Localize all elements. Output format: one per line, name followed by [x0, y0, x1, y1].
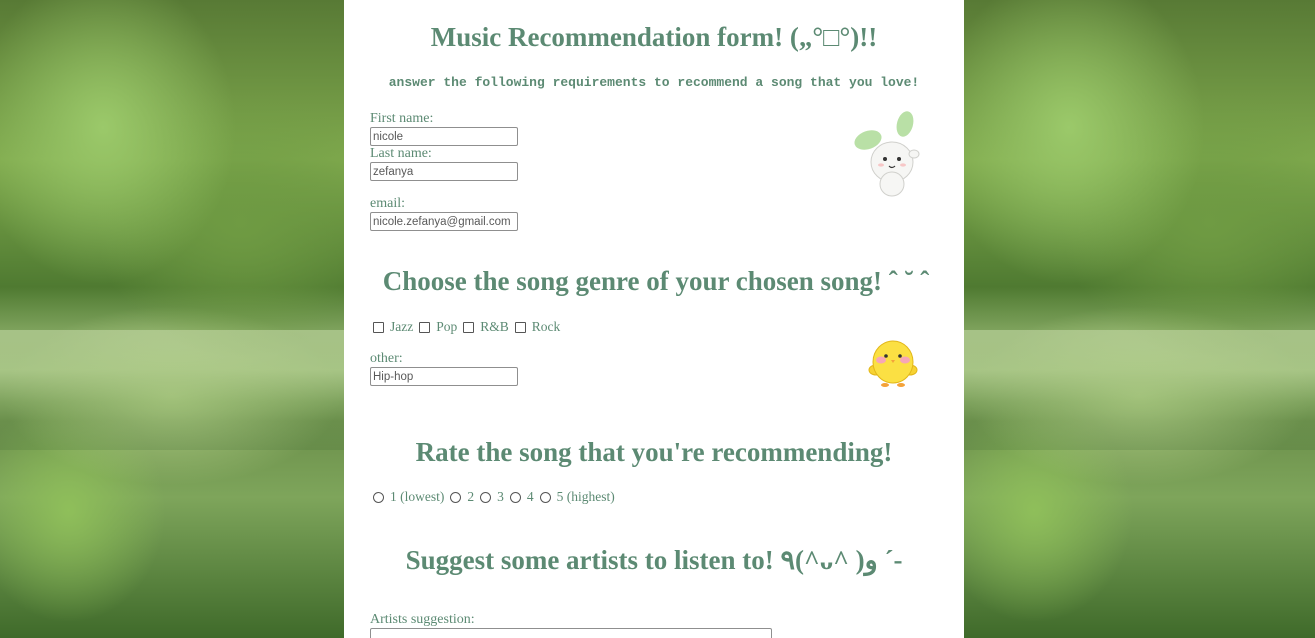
first-name-label: First name:	[370, 111, 434, 126]
chick-sticker	[868, 340, 918, 387]
genre-checkbox-rnb[interactable]	[463, 321, 475, 333]
genre-options: Jazz Pop R&B Rock	[373, 319, 566, 335]
other-genre-label: other:	[370, 351, 403, 366]
page-subtitle: answer the following requirements to rec…	[388, 75, 920, 90]
rating-heading: Rate the song that you're recommending!	[415, 437, 893, 467]
last-name-label: Last name:	[370, 146, 432, 161]
rating-radio-4[interactable]	[509, 491, 521, 503]
page-title: Music Recommendation form! („°□°)!!	[430, 22, 878, 52]
email-field[interactable]	[370, 212, 518, 231]
rating-radio-1[interactable]	[373, 491, 384, 503]
first-name-field[interactable]	[370, 127, 518, 146]
artists-suggestion-field[interactable]	[370, 628, 772, 638]
background-scenery-right	[964, 0, 1315, 638]
rating-radio-5[interactable]	[539, 491, 551, 503]
background-scenery-left	[0, 0, 344, 638]
rating-label-4: 4	[526, 489, 534, 504]
artists-heading: Suggest some artists to listen to! ٩(^ᴗ^…	[405, 545, 903, 575]
rating-radio-3[interactable]	[480, 491, 492, 503]
genre-checkbox-jazz[interactable]	[373, 321, 384, 333]
genre-label-rock: Rock	[531, 319, 561, 334]
rating-label-3: 3	[497, 489, 504, 504]
genre-checkbox-rock[interactable]	[514, 321, 526, 333]
genre-label-rnb: R&B	[480, 319, 509, 334]
rating-label-5: 5 (highest)	[556, 489, 615, 504]
genre-label-pop: Pop	[436, 319, 458, 334]
rating-label-2: 2	[467, 489, 475, 504]
other-genre-field[interactable]	[370, 367, 518, 386]
rating-options: 1 (lowest) 2 3 4 5 (highest)	[373, 489, 621, 505]
form-panel: Music Recommendation form! („°□°)!! answ…	[344, 0, 964, 638]
rating-label-1: 1 (lowest)	[390, 489, 445, 504]
genre-label-jazz: Jazz	[390, 319, 414, 334]
bunny-sticker	[854, 111, 920, 197]
rating-radio-2[interactable]	[450, 491, 462, 503]
genre-checkbox-pop[interactable]	[419, 321, 431, 333]
artists-suggestion-label: Artists suggestion:	[370, 612, 475, 627]
genre-heading: Choose the song genre of your chosen son…	[382, 266, 930, 296]
email-label: email:	[370, 196, 405, 211]
last-name-field[interactable]	[370, 162, 518, 181]
